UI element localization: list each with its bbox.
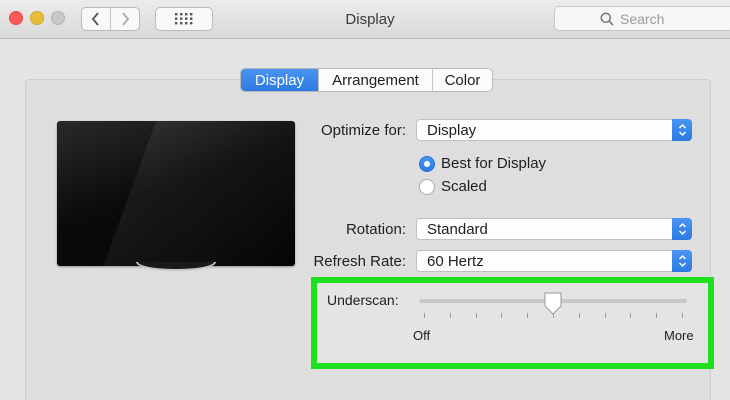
underscan-tick xyxy=(501,313,503,318)
search-icon xyxy=(600,12,614,26)
optimize-for-label: Optimize for: xyxy=(320,122,406,139)
optimize-for-value: Display xyxy=(427,121,477,139)
underscan-highlight-box xyxy=(311,277,714,369)
underscan-tick xyxy=(656,313,658,318)
radio-unselected-indicator xyxy=(419,178,435,195)
underscan-tick xyxy=(527,313,529,318)
underscan-max-label: More xyxy=(664,328,694,343)
tab-color[interactable]: Color xyxy=(432,69,492,91)
underscan-tick xyxy=(578,313,580,318)
refresh-rate-popup[interactable]: 60 Hertz xyxy=(416,250,692,272)
grid-icon xyxy=(175,13,193,25)
show-all-button[interactable] xyxy=(155,7,213,31)
search-field[interactable]: Search xyxy=(554,6,730,31)
minimize-window-button[interactable] xyxy=(30,11,44,25)
refresh-rate-value: 60 Hertz xyxy=(427,252,484,270)
underscan-tick xyxy=(449,313,451,318)
close-window-button[interactable] xyxy=(9,11,23,25)
underscan-tick xyxy=(682,313,683,318)
rotation-value: Standard xyxy=(427,220,488,238)
underscan-tick xyxy=(630,313,632,318)
updown-chevron-icon xyxy=(672,119,692,141)
back-button[interactable] xyxy=(82,8,110,30)
radio-best-label: Best for Display xyxy=(441,155,547,172)
radio-selected-indicator xyxy=(419,155,435,172)
chevron-left-icon xyxy=(91,12,99,26)
tab-display[interactable]: Display xyxy=(241,69,318,91)
nav-button-group xyxy=(81,7,140,31)
underscan-label: Underscan: xyxy=(327,292,399,308)
zoom-window-button[interactable] xyxy=(51,11,65,25)
rotation-label: Rotation: xyxy=(345,221,406,238)
underscan-min-label: Off xyxy=(413,328,431,343)
radio-best-for-display[interactable]: Best for Display xyxy=(419,155,546,172)
updown-chevron-icon xyxy=(672,250,692,272)
chevron-right-icon xyxy=(122,12,130,26)
underscan-tick xyxy=(424,313,425,318)
refresh-rate-label: Refresh Rate: xyxy=(313,253,406,270)
display-preview-image xyxy=(57,121,295,266)
tab-arrangement[interactable]: Arrangement xyxy=(318,69,432,91)
search-placeholder: Search xyxy=(620,10,665,27)
window-title: Display xyxy=(345,11,395,28)
forward-button[interactable] xyxy=(110,8,139,30)
tab-bar: Display Arrangement Color xyxy=(240,68,493,92)
optimize-for-popup[interactable]: Display xyxy=(416,119,692,141)
radio-scaled[interactable]: Scaled xyxy=(419,178,487,195)
radio-scaled-label: Scaled xyxy=(441,178,487,195)
underscan-tick xyxy=(604,313,606,318)
title-bar: Display Search xyxy=(0,0,730,39)
updown-chevron-icon xyxy=(672,218,692,240)
rotation-popup[interactable]: Standard xyxy=(416,218,692,240)
underscan-tick xyxy=(475,313,477,318)
